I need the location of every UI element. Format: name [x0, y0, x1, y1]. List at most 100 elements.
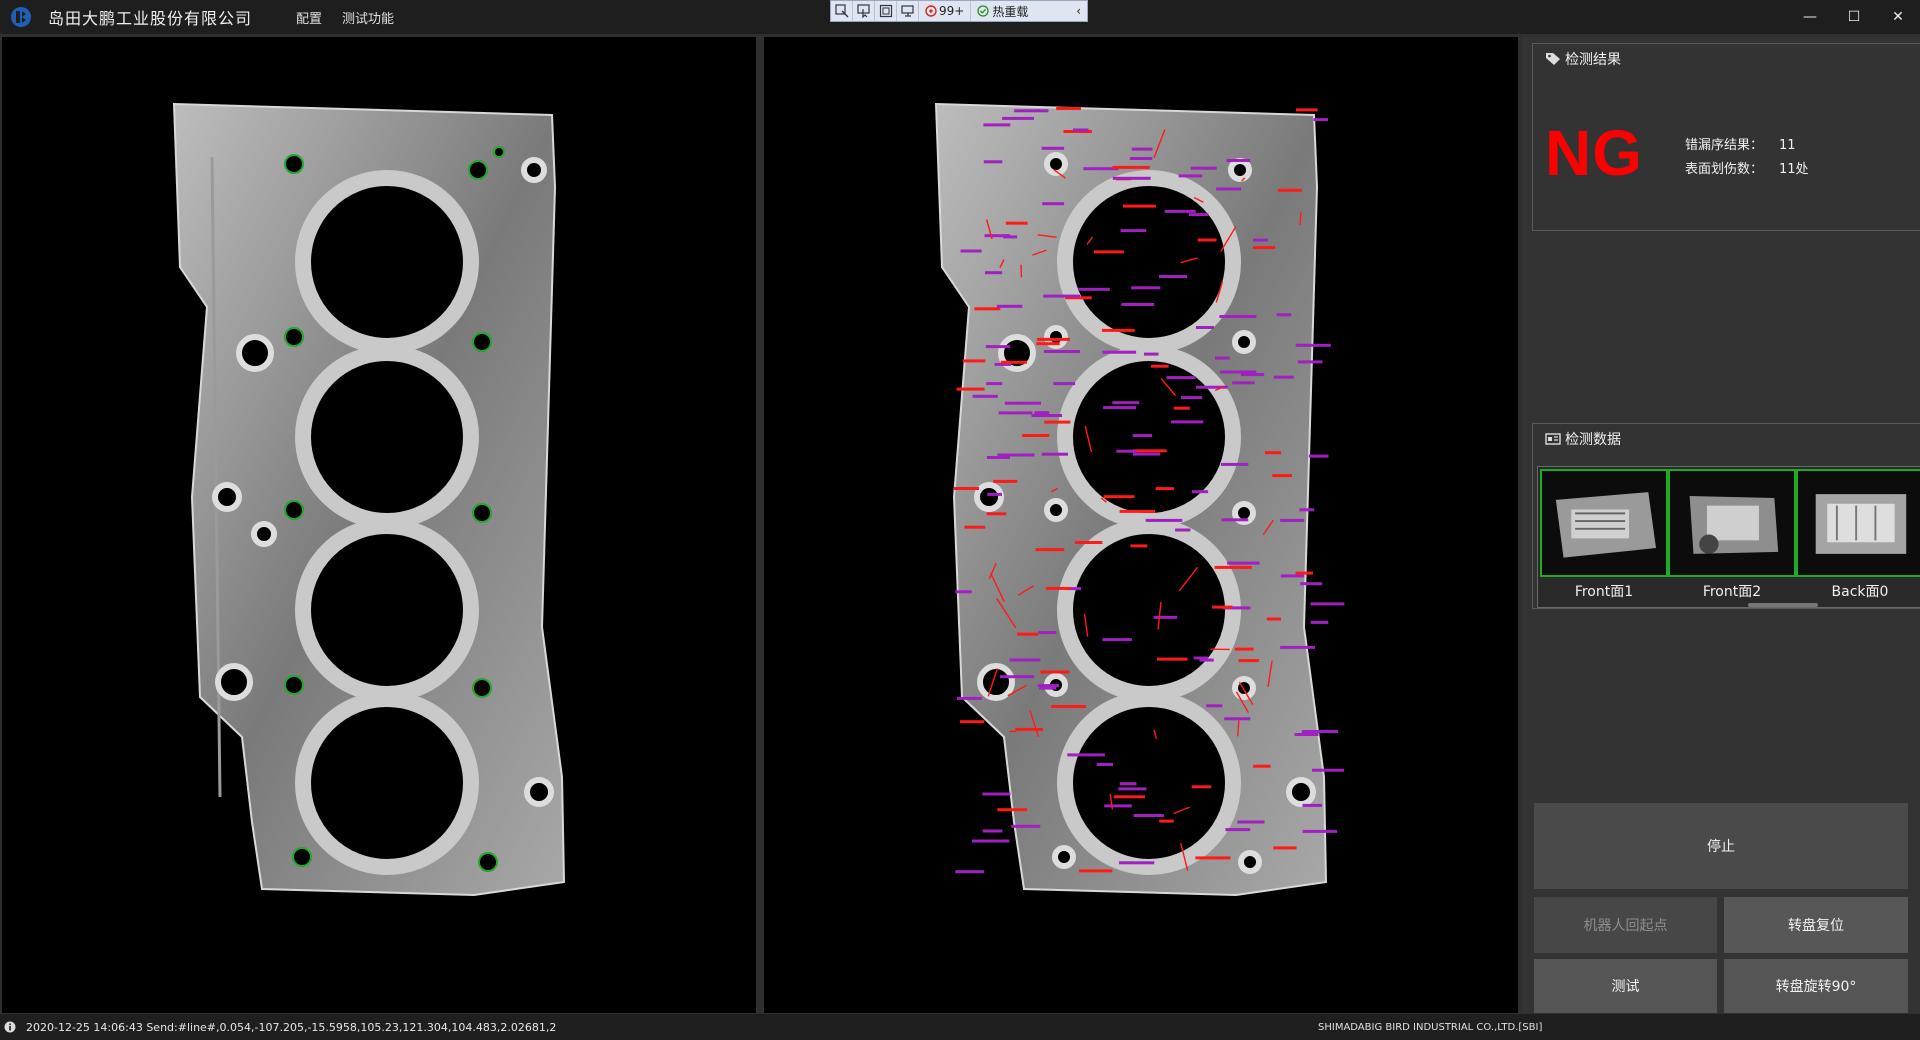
- id-card-icon: [1545, 433, 1561, 445]
- defect-label-mark: [1121, 303, 1155, 306]
- defect-label-mark: [1253, 764, 1271, 768]
- select-element-icon[interactable]: [831, 1, 853, 21]
- defect-label-mark: [983, 123, 1011, 127]
- frame-icon[interactable]: [875, 1, 897, 21]
- defect-label-mark: [1278, 188, 1302, 192]
- defect-label-mark: [1074, 541, 1103, 544]
- defect-label-mark: [1171, 420, 1204, 424]
- thumbnail-front-1[interactable]: [1540, 469, 1668, 577]
- binding-errors-badge[interactable]: 99+: [919, 1, 972, 21]
- defect-label-mark: [1041, 452, 1068, 456]
- defect-label-mark: [1036, 337, 1070, 341]
- thumbnail-scrollbar[interactable]: [1748, 603, 1818, 607]
- stat-value: 11处: [1779, 162, 1809, 177]
- gasket-image-original: [172, 102, 566, 897]
- defect-label-mark: [1131, 147, 1153, 151]
- defect-label-mark: [1175, 528, 1191, 532]
- defect-label-mark: [1272, 474, 1292, 478]
- defect-label-mark: [972, 839, 1010, 843]
- defect-label-mark: [1078, 287, 1110, 291]
- defect-label-mark: [1101, 328, 1135, 332]
- thumbnail-front-2[interactable]: [1668, 469, 1796, 577]
- defect-label-mark: [1265, 451, 1282, 455]
- defect-label-mark: [1219, 315, 1257, 318]
- debug-toolbar: 99+ 热重载 ‹: [830, 0, 1088, 22]
- camera-view-defects[interactable]: [764, 37, 1518, 1013]
- defect-label-mark: [1253, 238, 1268, 242]
- app-title: 岛田大鹏工业股份有限公司: [48, 9, 253, 28]
- defect-label-mark: [960, 249, 982, 253]
- stop-button[interactable]: 停止: [1534, 803, 1908, 889]
- maximize-button[interactable]: ☐: [1832, 0, 1876, 34]
- defect-label-mark: [1173, 406, 1190, 410]
- defect-label-mark: [986, 456, 1010, 459]
- defect-label-mark: [1237, 820, 1265, 824]
- stat-row-sequence: 错漏序结果： 11: [1685, 134, 1809, 158]
- defect-label-mark: [1266, 617, 1281, 621]
- defect-label-mark: [1067, 753, 1105, 757]
- track-focus-icon[interactable]: [897, 1, 919, 21]
- defect-label-mark: [1206, 704, 1223, 708]
- defect-label-mark: [1195, 856, 1231, 860]
- defect-label-mark: [1015, 727, 1043, 731]
- camera-view-original[interactable]: [2, 37, 756, 1013]
- defect-label-mark: [1112, 165, 1150, 169]
- pointer-icon[interactable]: [853, 1, 875, 21]
- defect-label-mark: [1195, 326, 1214, 329]
- defect-label-mark: [1280, 518, 1305, 522]
- defect-label-mark: [1119, 509, 1155, 513]
- defect-label-mark: [1221, 462, 1249, 466]
- thumbnail-label: Front面2: [1702, 584, 1762, 600]
- thumbnail-label: Front面1: [1574, 584, 1634, 600]
- defect-label-mark: [1302, 829, 1338, 833]
- defect-label-mark: [1053, 382, 1076, 386]
- defect-label-mark: [1234, 647, 1254, 651]
- minimize-button[interactable]: —: [1788, 0, 1832, 34]
- defect-label-mark: [1132, 452, 1161, 456]
- defect-label-mark: [985, 271, 1003, 275]
- defect-label-mark: [1011, 824, 1041, 828]
- defect-label-mark: [1037, 684, 1060, 688]
- thumbnail-strip[interactable]: Front面1 Front面2 Back面0: [1537, 466, 1920, 608]
- defect-label-mark: [1041, 146, 1065, 150]
- engine-block-image: [1542, 471, 1666, 575]
- defect-label-mark: [1280, 645, 1315, 649]
- robot-home-button[interactable]: 机器人回起点: [1534, 897, 1717, 953]
- tag-icon: [1546, 53, 1560, 65]
- defect-label-mark: [986, 382, 1003, 386]
- hot-reload-button[interactable]: 热重载: [971, 1, 1034, 21]
- defect-label-mark: [1181, 396, 1203, 400]
- defect-label-mark: [999, 675, 1035, 679]
- thumbnail-back-0[interactable]: [1796, 469, 1920, 577]
- defect-label-mark: [1189, 213, 1209, 217]
- defect-label-mark: [1224, 717, 1251, 721]
- chevron-left-icon[interactable]: ‹: [1076, 4, 1081, 18]
- menu-test-functions[interactable]: 测试功能: [342, 8, 394, 27]
- defect-label-mark: [1225, 828, 1251, 832]
- close-button[interactable]: ✕: [1876, 0, 1920, 34]
- defect-label-mark: [1273, 375, 1294, 379]
- test-button[interactable]: 测试: [1534, 959, 1717, 1013]
- defect-label-mark: [1153, 615, 1178, 619]
- data-header: 检测数据: [1533, 424, 1920, 454]
- defect-label-mark: [1103, 406, 1137, 410]
- turntable-reset-button[interactable]: 转盘复位: [1724, 897, 1908, 953]
- defect-label-mark: [1036, 342, 1060, 346]
- defect-label-mark: [1301, 730, 1339, 733]
- menu-config[interactable]: 配置: [296, 8, 322, 27]
- defect-label-mark: [1112, 176, 1151, 180]
- defect-label-mark: [1133, 814, 1164, 817]
- defect-label-mark: [1103, 495, 1135, 499]
- engine-block-image: [1798, 471, 1920, 575]
- defect-label-mark: [1226, 159, 1251, 162]
- defect-label-mark: [1056, 107, 1081, 110]
- defect-label-mark: [985, 345, 1011, 349]
- defect-label-mark: [1120, 229, 1147, 233]
- defect-label-mark: [957, 696, 982, 700]
- defect-label-mark: [1297, 360, 1323, 364]
- defect-label-mark: [1078, 869, 1113, 873]
- defect-label-mark: [1073, 128, 1089, 132]
- defect-label-mark: [1197, 238, 1217, 242]
- turntable-rotate-button[interactable]: 转盘旋转90°: [1724, 959, 1908, 1013]
- defect-label-mark: [1094, 250, 1124, 254]
